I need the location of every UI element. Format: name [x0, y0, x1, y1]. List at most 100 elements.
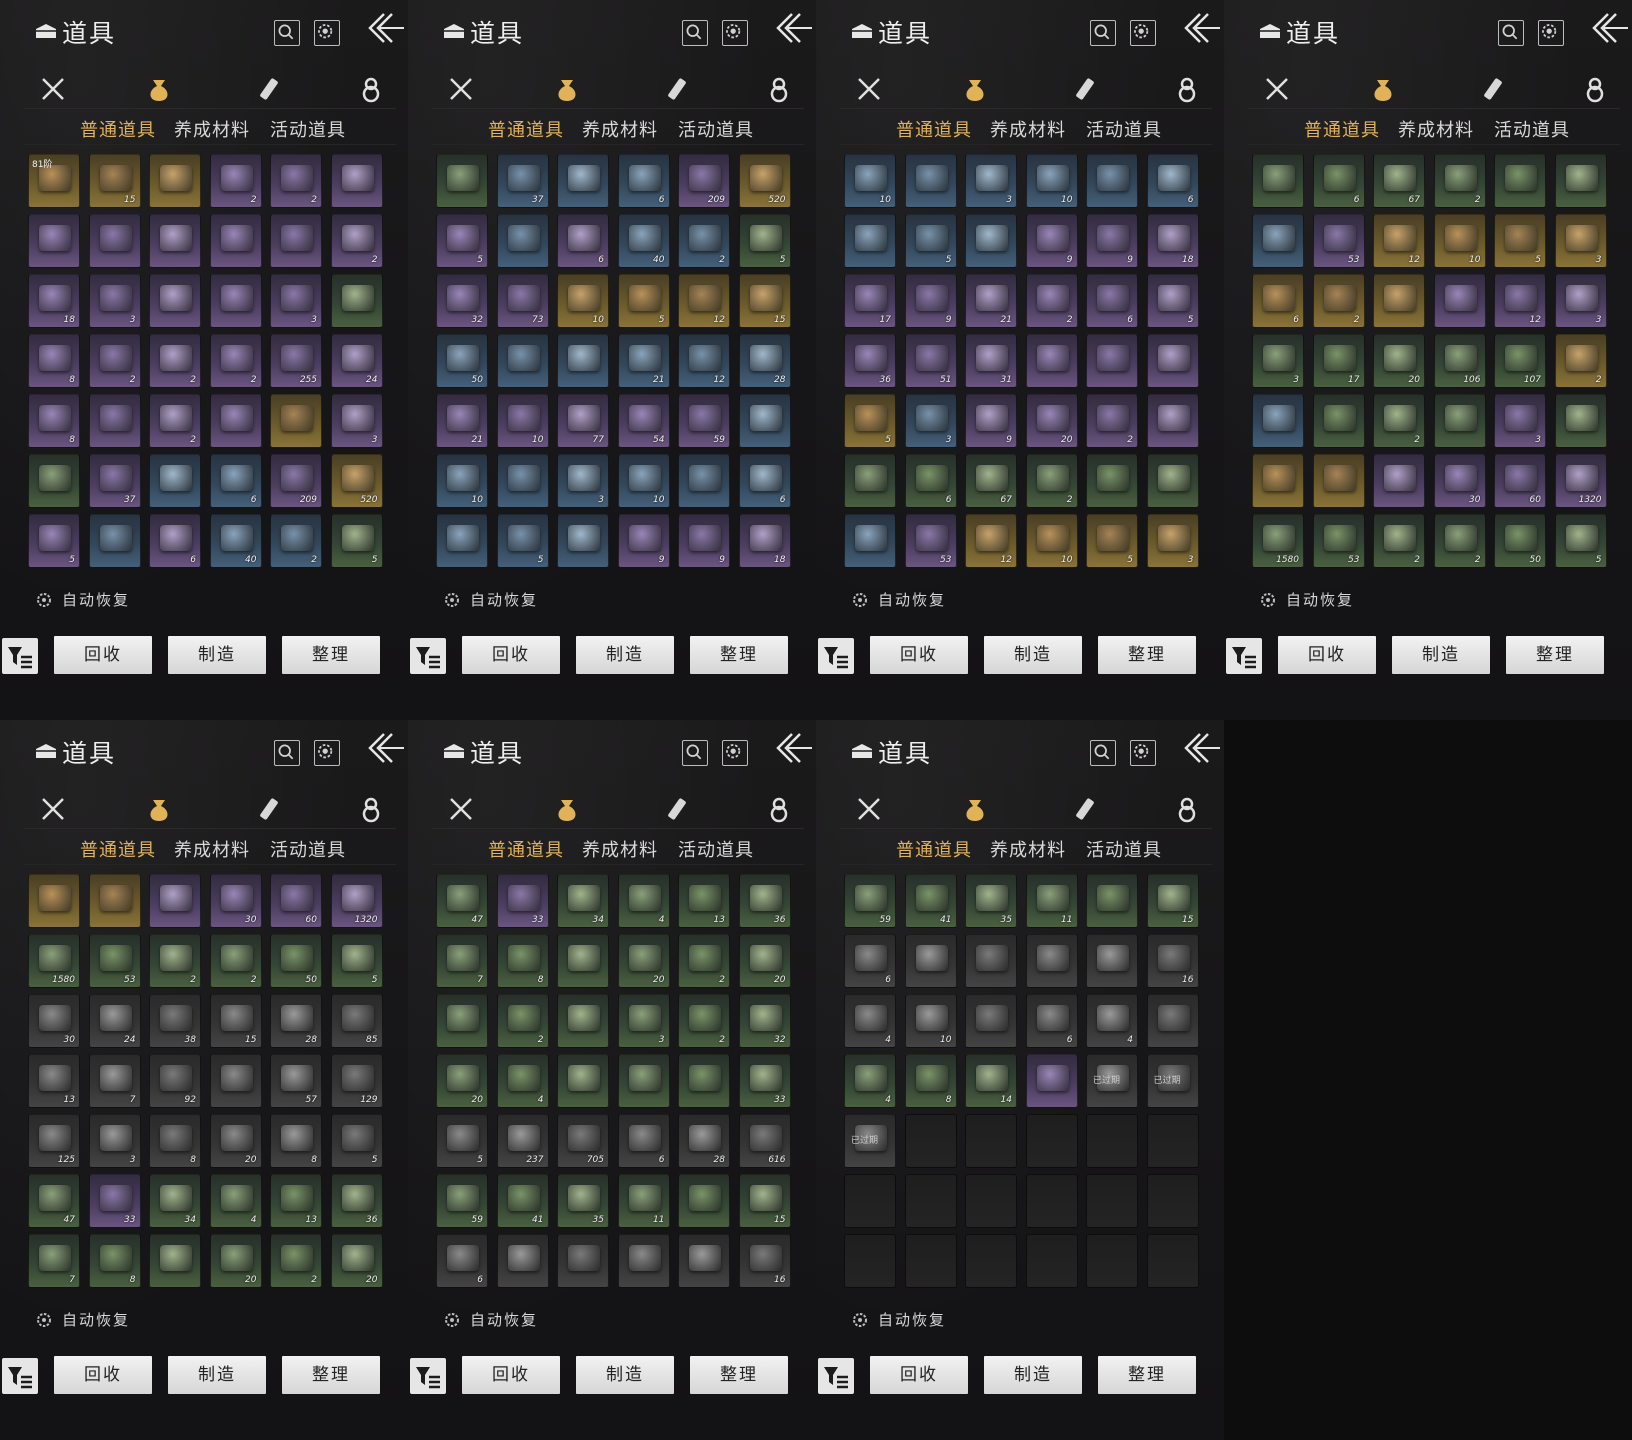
sort-button[interactable]: 整理 [282, 1356, 380, 1394]
item-slot[interactable]: 3 [1554, 214, 1607, 268]
item-slot[interactable]: 33 [88, 1174, 141, 1228]
item-slot[interactable]: 6 [149, 514, 201, 568]
craft-button[interactable]: 制造 [576, 1356, 674, 1394]
item-slot[interactable]: 209 [678, 154, 730, 208]
item-slot[interactable]: 30 [28, 994, 80, 1048]
item-slot[interactable] [88, 214, 141, 268]
item-slot[interactable]: 9 [617, 514, 670, 568]
item-slot[interactable]: 3 [1494, 394, 1546, 448]
item-slot[interactable] [1373, 274, 1425, 328]
item-slot[interactable]: 6 [1312, 154, 1365, 208]
item-slot[interactable]: 10 [557, 274, 609, 328]
item-slot[interactable]: 28 [270, 994, 322, 1048]
craft-button[interactable]: 制造 [168, 636, 266, 674]
item-slot[interactable]: 3 [330, 394, 383, 448]
pouch-icon[interactable] [144, 74, 174, 104]
item-slot[interactable]: 2 [1433, 154, 1486, 208]
item-slot[interactable]: 53 [88, 934, 141, 988]
tab-common-items[interactable]: 普通道具 [80, 116, 156, 142]
item-slot[interactable]: 已过期 [844, 1114, 896, 1168]
item-slot[interactable]: 20 [738, 934, 791, 988]
item-slot[interactable]: 3 [965, 154, 1017, 208]
item-slot[interactable]: 12 [678, 274, 730, 328]
back-arrow-icon[interactable] [1586, 10, 1630, 46]
item-slot[interactable] [1252, 214, 1304, 268]
scroll-icon[interactable] [662, 794, 692, 824]
item-slot[interactable]: 2 [678, 994, 730, 1048]
sort-button[interactable]: 整理 [1506, 636, 1604, 674]
search-button[interactable] [1090, 740, 1116, 766]
item-slot[interactable]: 59 [678, 394, 730, 448]
item-slot[interactable] [436, 514, 488, 568]
item-slot[interactable]: 520 [738, 154, 791, 208]
tab-growth-materials[interactable]: 养成材料 [582, 116, 658, 142]
scroll-icon[interactable] [254, 74, 284, 104]
search-button[interactable] [1498, 20, 1524, 46]
item-slot[interactable]: 13 [28, 1054, 80, 1108]
pouch-icon[interactable] [552, 794, 582, 824]
item-slot[interactable]: 6 [209, 454, 262, 508]
item-slot[interactable] [557, 1234, 609, 1288]
item-slot[interactable] [436, 154, 488, 208]
tab-event-items[interactable]: 活动道具 [1494, 116, 1570, 142]
filter-button[interactable] [410, 1358, 446, 1394]
empty-slot[interactable] [904, 1234, 957, 1288]
recycle-button[interactable]: 回收 [870, 636, 968, 674]
item-slot[interactable]: 10 [496, 394, 549, 448]
item-slot[interactable]: 2 [1086, 394, 1138, 448]
item-slot[interactable] [965, 214, 1017, 268]
item-slot[interactable]: 705 [557, 1114, 609, 1168]
item-slot[interactable]: 10 [1025, 514, 1078, 568]
back-arrow-icon[interactable] [770, 730, 814, 766]
item-slot[interactable]: 20 [617, 934, 670, 988]
filter-button[interactable] [2, 1358, 38, 1394]
crossed-swords-icon[interactable] [446, 74, 476, 104]
item-slot[interactable]: 8 [28, 334, 80, 388]
item-slot[interactable] [436, 994, 488, 1048]
item-slot[interactable]: 2 [149, 334, 201, 388]
item-slot[interactable] [678, 1234, 730, 1288]
item-slot[interactable]: 已过期 [1146, 1054, 1199, 1108]
recycle-button[interactable]: 回收 [462, 636, 560, 674]
item-slot[interactable]: 21 [436, 394, 488, 448]
empty-slot[interactable] [965, 1114, 1017, 1168]
item-slot[interactable]: 15 [209, 994, 262, 1048]
tab-event-items[interactable]: 活动道具 [270, 116, 346, 142]
item-slot[interactable]: 36 [844, 334, 896, 388]
item-slot[interactable]: 92 [149, 1054, 201, 1108]
item-slot[interactable] [678, 1054, 730, 1108]
item-slot[interactable]: 11 [1025, 874, 1078, 928]
item-slot[interactable]: 6 [557, 214, 609, 268]
item-slot[interactable]: 255 [270, 334, 322, 388]
item-slot[interactable] [1146, 994, 1199, 1048]
item-slot[interactable]: 5 [1494, 214, 1546, 268]
gourd-icon[interactable] [356, 794, 386, 824]
item-slot[interactable]: 34 [149, 1174, 201, 1228]
item-slot[interactable]: 13 [678, 874, 730, 928]
empty-slot[interactable] [904, 1174, 957, 1228]
item-slot[interactable]: 5 [28, 514, 80, 568]
item-slot[interactable]: 40 [617, 214, 670, 268]
item-slot[interactable]: 1580 [1252, 514, 1304, 568]
item-slot[interactable]: 35 [557, 1174, 609, 1228]
item-slot[interactable]: 3 [88, 1114, 141, 1168]
item-slot[interactable] [1373, 454, 1425, 508]
item-slot[interactable]: 31 [965, 334, 1017, 388]
empty-slot[interactable] [1086, 1234, 1138, 1288]
item-slot[interactable]: 8 [496, 934, 549, 988]
item-slot[interactable]: 18 [738, 514, 791, 568]
item-slot[interactable] [1494, 154, 1546, 208]
item-slot[interactable]: 9 [904, 274, 957, 328]
item-slot[interactable]: 10 [617, 454, 670, 508]
item-slot[interactable] [1025, 1054, 1078, 1108]
item-slot[interactable] [1252, 454, 1304, 508]
empty-slot[interactable] [1146, 1234, 1199, 1288]
item-slot[interactable]: 2 [1025, 454, 1078, 508]
item-slot[interactable]: 60 [270, 874, 322, 928]
empty-slot[interactable] [844, 1174, 896, 1228]
tab-event-items[interactable]: 活动道具 [1086, 836, 1162, 862]
item-slot[interactable]: 51 [904, 334, 957, 388]
item-slot[interactable]: 18 [1146, 214, 1199, 268]
item-slot[interactable]: 10 [904, 994, 957, 1048]
item-slot[interactable]: 21 [617, 334, 670, 388]
